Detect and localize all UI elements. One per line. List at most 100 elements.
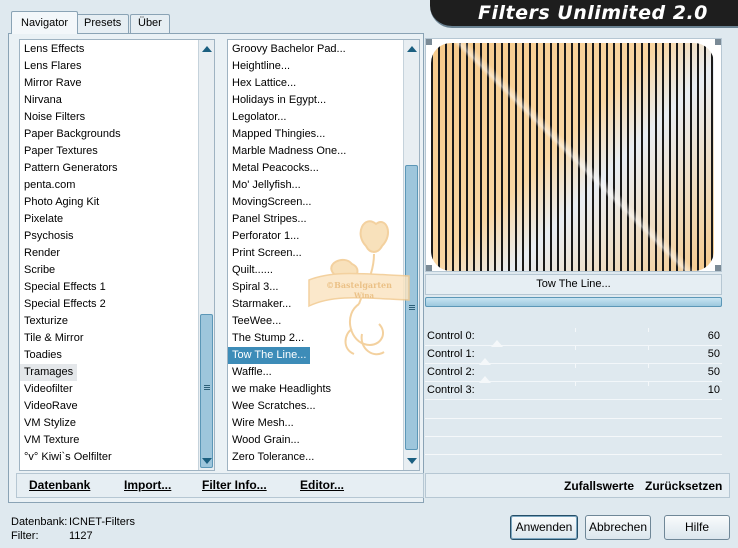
category-list-item[interactable]: Noise Filters bbox=[20, 109, 214, 126]
filter-list-item[interactable]: Legolator... bbox=[228, 109, 419, 126]
category-list-item[interactable]: VM Texture bbox=[20, 432, 214, 449]
category-list-item[interactable]: Lens Flares bbox=[20, 58, 214, 75]
filter-info-button[interactable]: Filter Info... bbox=[202, 478, 267, 492]
scroll-up-icon[interactable] bbox=[202, 46, 212, 52]
right-button-bar: Zufallswerte Zurücksetzen bbox=[425, 473, 730, 498]
category-scrollbar[interactable] bbox=[198, 40, 214, 470]
left-button-bar: Datenbank Import... Filter Info... Edito… bbox=[16, 473, 424, 498]
control-3-slider[interactable]: Control 3: 10 bbox=[425, 382, 722, 400]
editor-button[interactable]: Editor... bbox=[300, 478, 344, 492]
category-list-item[interactable]: Pixelate bbox=[20, 211, 214, 228]
scroll-down-icon[interactable] bbox=[407, 458, 417, 464]
filter-list-item[interactable]: Mapped Thingies... bbox=[228, 126, 419, 143]
import-button[interactable]: Import... bbox=[124, 478, 171, 492]
filter-list-item[interactable]: Wire Mesh... bbox=[228, 415, 419, 432]
category-list-item[interactable]: penta.com bbox=[20, 177, 214, 194]
control-value: 50 bbox=[707, 348, 720, 360]
reset-button[interactable]: Zurücksetzen bbox=[645, 479, 722, 493]
filter-list-item[interactable]: Hex Lattice... bbox=[228, 75, 419, 92]
control-1-slider[interactable]: Control 1: 50 bbox=[425, 346, 722, 365]
filter-list-item[interactable]: Holidays in Egypt... bbox=[228, 92, 419, 109]
filter-list-item[interactable]: Mo' Jellyfish... bbox=[228, 177, 419, 194]
filter-list-item[interactable]: Metal Peacocks... bbox=[228, 160, 419, 177]
app-title: Filters Unlimited 2.0 bbox=[478, 2, 708, 24]
status-info: Datenbank: ICNET-Filters Filter: 1127 bbox=[11, 515, 135, 543]
filter-list-item[interactable]: Wee Scratches... bbox=[228, 398, 419, 415]
category-list-item[interactable]: Mirror Rave bbox=[20, 75, 214, 92]
divider bbox=[425, 454, 722, 455]
category-list-item[interactable]: Tramages bbox=[20, 364, 78, 381]
category-list-item[interactable]: Paper Textures bbox=[20, 143, 214, 160]
control-value: 60 bbox=[707, 330, 720, 342]
tab-navigator[interactable]: Navigator bbox=[11, 11, 79, 34]
tab-uber[interactable]: Über bbox=[130, 14, 170, 33]
filter-count-value: 1127 bbox=[69, 530, 93, 542]
watermark-text-2: Wina bbox=[353, 291, 374, 300]
preview-image bbox=[431, 43, 714, 271]
category-scroll-thumb[interactable] bbox=[200, 314, 213, 468]
filter-list-item[interactable]: Waffle... bbox=[228, 364, 419, 381]
control-label: Control 3: bbox=[427, 384, 475, 396]
tab-bar: Navigator Presets Über Filters Unlimited… bbox=[0, 0, 738, 36]
slider-tick bbox=[648, 364, 649, 368]
current-filter-name: Tow The Line... bbox=[425, 274, 722, 295]
preview-panel bbox=[425, 38, 722, 272]
cancel-button[interactable]: Abbrechen bbox=[585, 515, 651, 540]
category-list-item[interactable]: VM Stylize bbox=[20, 415, 214, 432]
controls-panel: Control 0: 60 Control 1: 50 Control 2: 5… bbox=[425, 310, 722, 470]
filter-list-item[interactable]: Wood Grain... bbox=[228, 432, 419, 449]
category-list-item[interactable]: Special Effects 1 bbox=[20, 279, 214, 296]
category-list-item[interactable]: Psychosis bbox=[20, 228, 214, 245]
filter-list-item[interactable]: Zero Tolerance... bbox=[228, 449, 419, 466]
tab-presets[interactable]: Presets bbox=[76, 14, 130, 33]
category-list-item[interactable]: Toadies bbox=[20, 347, 214, 364]
slider-tick bbox=[648, 382, 649, 386]
control-value: 10 bbox=[707, 384, 720, 396]
scroll-up-icon[interactable] bbox=[407, 46, 417, 52]
watermark-flower-icon: ©Bastelgarten Wina bbox=[308, 220, 410, 356]
slider-tick bbox=[575, 364, 576, 368]
progress-bar bbox=[425, 297, 722, 307]
apply-button[interactable]: Anwenden bbox=[510, 515, 578, 540]
category-list-item[interactable]: Nirvana bbox=[20, 92, 214, 109]
filter-count-label: Filter: bbox=[11, 530, 39, 542]
category-list-item[interactable]: Paper Backgrounds bbox=[20, 126, 214, 143]
category-list-item[interactable]: Texturize bbox=[20, 313, 214, 330]
filter-list-item[interactable]: MovingScreen... bbox=[228, 194, 419, 211]
control-2-slider[interactable]: Control 2: 50 bbox=[425, 364, 722, 383]
corner-handle-icon bbox=[715, 39, 721, 45]
category-list-item[interactable]: Videofilter bbox=[20, 381, 214, 398]
filter-list-item[interactable]: Heightline... bbox=[228, 58, 419, 75]
database-button[interactable]: Datenbank bbox=[29, 478, 90, 492]
control-label: Control 2: bbox=[427, 366, 475, 378]
category-list-item[interactable]: VideoRave bbox=[20, 398, 214, 415]
category-list-item[interactable]: Scribe bbox=[20, 262, 214, 279]
category-list-item[interactable]: Pattern Generators bbox=[20, 160, 214, 177]
corner-handle-icon bbox=[715, 265, 721, 271]
footer: Datenbank: ICNET-Filters Filter: 1127 Anwe… bbox=[0, 505, 738, 548]
control-0-slider[interactable]: Control 0: 60 bbox=[425, 328, 722, 347]
corner-handle-icon bbox=[426, 39, 432, 45]
category-list-item[interactable]: Photo Aging Kit bbox=[20, 194, 214, 211]
category-list-item[interactable]: Render bbox=[20, 245, 214, 262]
slider-tick bbox=[648, 328, 649, 332]
category-list-item[interactable]: Tile & Mirror bbox=[20, 330, 214, 347]
category-list: Lens Effects Lens Flares Mirror Rave Nirvan… bbox=[19, 39, 215, 471]
control-label: Control 1: bbox=[427, 348, 475, 360]
filter-list-item[interactable]: Tow The Line... bbox=[228, 347, 311, 364]
slider-tick bbox=[648, 346, 649, 350]
category-list-item[interactable]: Special Effects 2 bbox=[20, 296, 214, 313]
category-list-item[interactable]: °v° Kiwi`s Oelfilter bbox=[20, 449, 214, 466]
slider-tick bbox=[575, 346, 576, 350]
filter-list-item[interactable]: Marble Madness One... bbox=[228, 143, 419, 160]
navigator-panel: Lens Effects Lens Flares Mirror Rave Nirvan… bbox=[8, 33, 424, 503]
help-button[interactable]: Hilfe bbox=[664, 515, 730, 540]
watermark-text-1: ©Bastelgarten bbox=[326, 280, 392, 290]
scroll-down-icon[interactable] bbox=[202, 458, 212, 464]
category-list-item[interactable]: Lens Effects bbox=[20, 41, 214, 58]
database-value: ICNET-Filters bbox=[69, 516, 135, 528]
filter-list-item[interactable]: Groovy Bachelor Pad... bbox=[228, 41, 419, 58]
filter-list-item[interactable]: we make Headlights bbox=[228, 381, 419, 398]
randomize-button[interactable]: Zufallswerte bbox=[564, 479, 634, 493]
title-banner: Filters Unlimited 2.0 bbox=[430, 0, 738, 28]
